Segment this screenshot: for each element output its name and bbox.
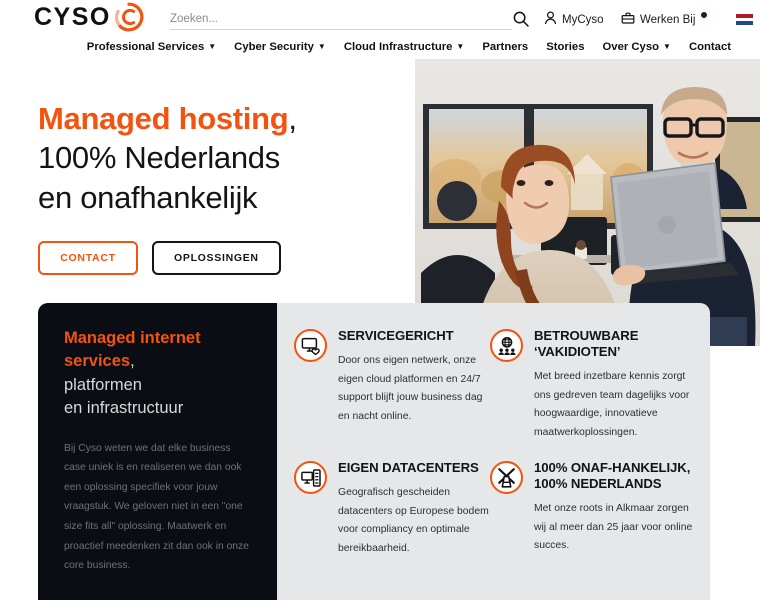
chevron-down-icon: ▼	[456, 41, 465, 51]
hero-buttons: CONTACT OPLOSSINGEN	[38, 241, 398, 276]
chevron-down-icon: ▼	[208, 41, 217, 51]
main-navigation: Professional Services ▼ Cyber Security ▼…	[0, 34, 760, 59]
features-grid: SERVICEGERICHT Door ons eigen netwerk, o…	[294, 327, 694, 558]
notification-badge-icon	[701, 11, 708, 18]
nav-label: Stories	[546, 40, 585, 53]
hero-heading: Managed hosting, 100% Nederlands en onaf…	[38, 99, 398, 217]
nav-item-cloud-infrastructure[interactable]: Cloud Infrastructure ▼	[335, 41, 474, 53]
feature-title: 100% ONAF-HANKELIJK, 100% NEDERLANDS	[534, 460, 691, 492]
hero-heading-comma: ,	[288, 101, 297, 136]
hero-heading-line2: 100% Nederlands	[38, 140, 280, 176]
feature-title: BETROUWBARE ‘VAKIDIOTEN’	[534, 328, 639, 360]
feature-text: Met breed inzetbare kennis zorgt ons ged…	[534, 371, 690, 438]
search-icon[interactable]	[512, 10, 530, 28]
intro-card-heading-comma: ,	[130, 352, 135, 371]
top-bar: CYSO Zoeken... MyCyso Werken Bij	[0, 0, 760, 34]
feature-onafhankelijk-nederlands: 100% ONAF-HANKELIJK, 100% NEDERLANDS Met…	[490, 459, 694, 558]
nav-item-cyber-security[interactable]: Cyber Security ▼	[225, 41, 335, 53]
intro-card-heading-line3: en infrastructuur	[64, 399, 184, 418]
briefcase-icon	[621, 11, 635, 28]
cyso-c-icon	[114, 2, 144, 32]
nav-item-over-cyso[interactable]: Over Cyso ▼	[594, 41, 680, 53]
nav-item-stories[interactable]: Stories	[537, 41, 593, 53]
feature-title: EIGEN DATACENTERS	[338, 460, 479, 476]
intro-card-heading: Managed internet services, platformen en…	[64, 327, 251, 421]
utility-mycyso-label: MyCyso	[562, 13, 604, 26]
chevron-down-icon: ▼	[663, 41, 671, 51]
nav-label: Cloud Infrastructure	[343, 40, 453, 53]
utility-werken-bij-label: Werken Bij	[640, 13, 696, 26]
search-input[interactable]	[170, 13, 512, 28]
utility-werken-bij[interactable]: Werken Bij	[621, 11, 708, 28]
nav-item-professional-services[interactable]: Professional Services ▼	[78, 41, 225, 53]
hero-heading-line3: en onafhankelijk	[38, 179, 258, 215]
nav-label: Over Cyso	[602, 40, 660, 53]
utility-mycyso[interactable]: MyCyso	[544, 11, 604, 28]
search-field[interactable]	[170, 9, 512, 30]
feature-betrouwbare-vakidioten: BETROUWBARE ‘VAKIDIOTEN’ Met breed inzet…	[490, 327, 694, 442]
feature-eigen-datacenters: EIGEN DATACENTERS Geografisch gescheiden…	[294, 459, 490, 558]
intro-card: Managed internet services, platformen en…	[38, 303, 277, 600]
nav-item-contact[interactable]: Contact	[680, 41, 740, 53]
user-icon	[544, 11, 557, 28]
nav-label: Contact	[688, 40, 731, 53]
page-root: CYSO Zoeken... MyCyso Werken Bij Profess…	[0, 0, 760, 600]
server-desktop-icon	[294, 461, 327, 495]
nav-label: Partners	[482, 40, 529, 53]
monitor-heart-icon	[294, 329, 327, 362]
intro-card-paragraph: Bij Cyso weten we dat elke business case…	[64, 442, 249, 572]
feature-title: SERVICEGERICHT	[338, 328, 454, 343]
hero-copy: Managed hosting, 100% Nederlands en onaf…	[38, 99, 398, 276]
feature-servicegericht: SERVICEGERICHT Door ons eigen netwerk, o…	[294, 327, 490, 442]
hero-heading-highlight: Managed hosting	[38, 101, 289, 136]
feature-text: Door ons eigen netwerk, onze eigen cloud…	[338, 355, 483, 422]
flag-nl-icon[interactable]	[736, 14, 753, 25]
feature-text: Geografisch gescheiden datacenters op Eu…	[338, 487, 489, 554]
nav-item-partners[interactable]: Partners	[473, 41, 537, 53]
contact-button[interactable]: CONTACT	[38, 241, 138, 276]
nav-label: Professional Services	[86, 40, 205, 53]
globe-people-icon	[490, 329, 523, 362]
nav-label: Cyber Security	[234, 40, 314, 53]
chevron-down-icon: ▼	[317, 41, 326, 51]
windmill-icon	[490, 461, 523, 495]
feature-text: Met onze roots in Alkmaar zorgen wij al …	[534, 503, 693, 552]
intro-card-heading-line2: platformen	[64, 375, 142, 394]
logo-wordmark: CYSO	[34, 2, 111, 31]
oplossingen-button[interactable]: OPLOSSINGEN	[152, 241, 281, 276]
site-logo[interactable]: CYSO	[34, 2, 149, 32]
